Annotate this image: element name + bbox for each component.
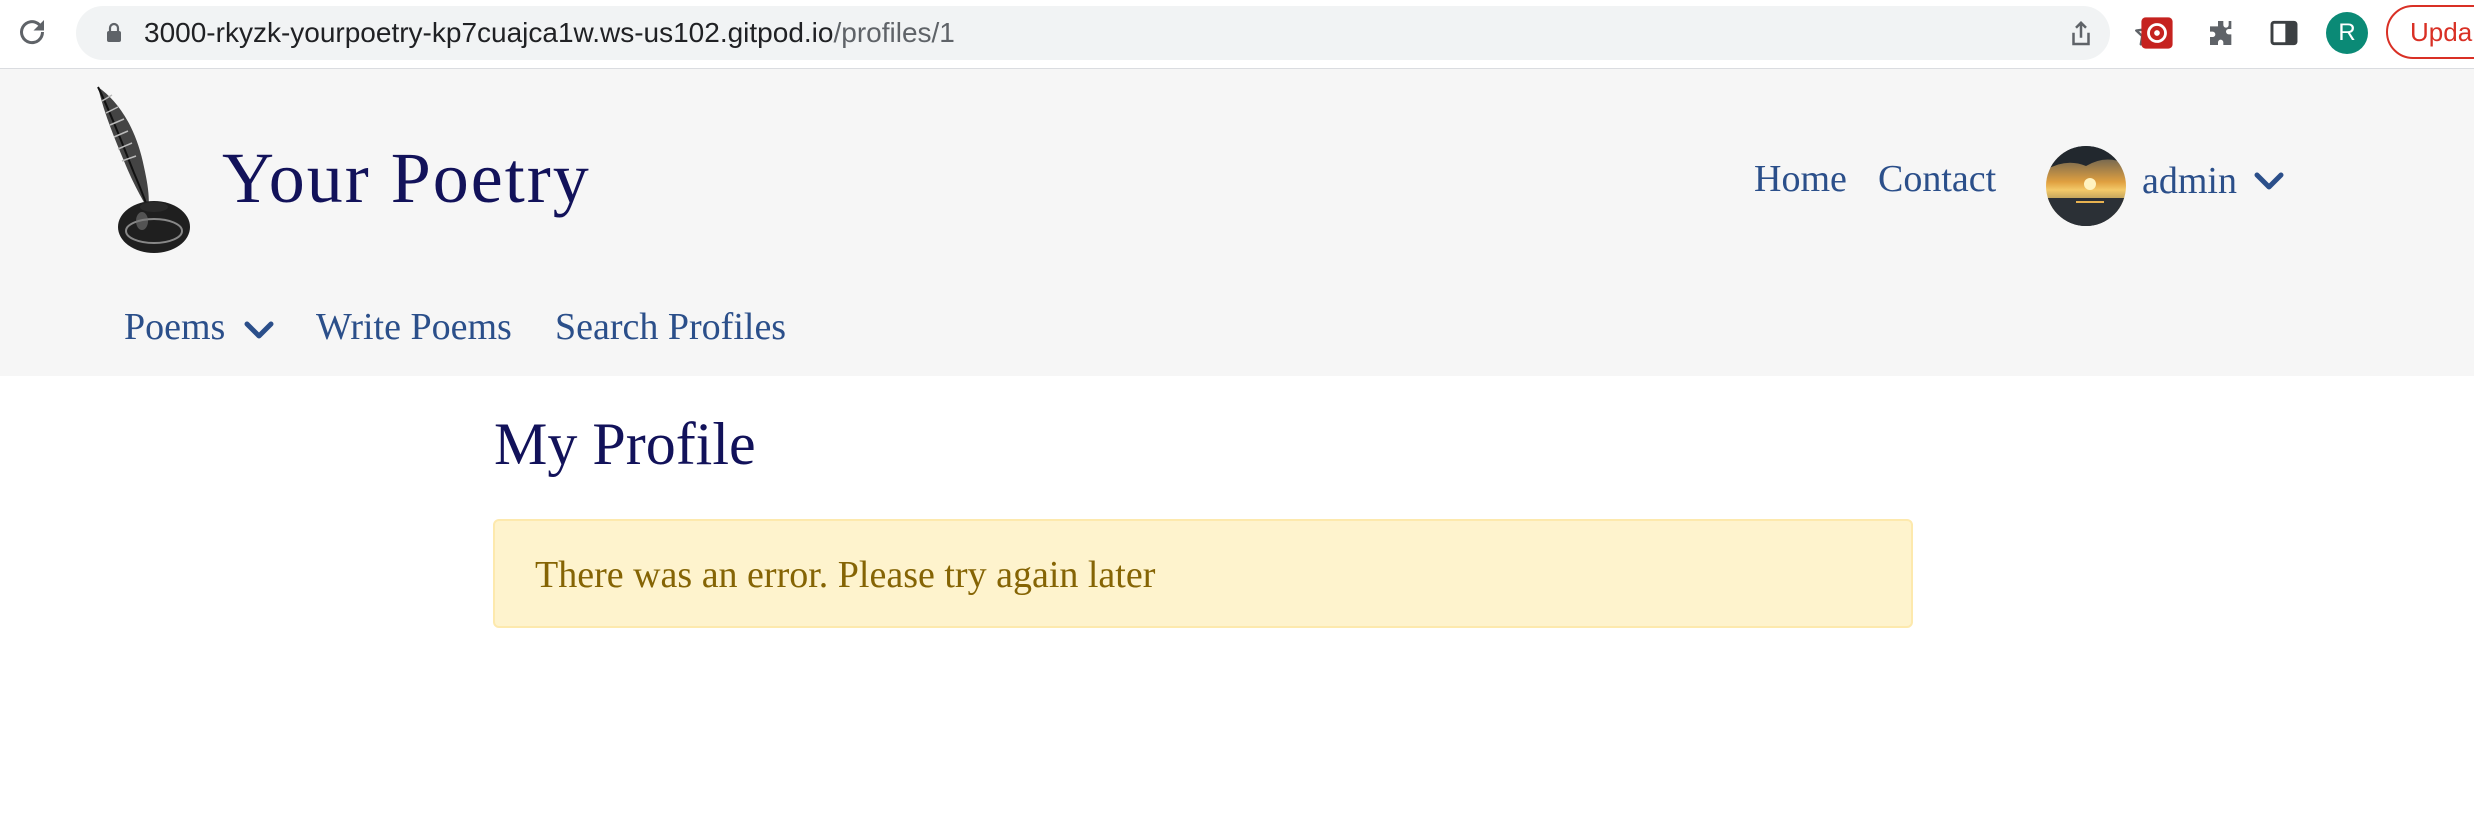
share-icon[interactable]: [2066, 19, 2096, 49]
nav-contact-link[interactable]: Contact: [1878, 157, 1996, 201]
reload-icon[interactable]: [14, 14, 50, 50]
puzzle-icon[interactable]: [2206, 17, 2238, 49]
address-bar[interactable]: 3000-rkyzk-yourpoetry-kp7cuajca1w.ws-us1…: [76, 6, 2161, 60]
page-title: My Profile: [494, 411, 756, 477]
chevron-down-icon[interactable]: [244, 319, 274, 341]
url-text[interactable]: 3000-rkyzk-yourpoetry-kp7cuajca1w.ws-us1…: [144, 6, 955, 60]
side-panel-icon[interactable]: [2268, 17, 2300, 49]
browser-toolbar: 3000-rkyzk-yourpoetry-kp7cuajca1w.ws-us1…: [0, 0, 2474, 69]
alert-message: There was an error. Please try again lat…: [535, 554, 1156, 596]
nav-poems-dropdown[interactable]: Poems: [124, 305, 225, 349]
browser-profile-avatar[interactable]: R: [2326, 12, 2368, 54]
user-menu-name[interactable]: admin: [2142, 159, 2237, 203]
chevron-down-icon[interactable]: [2254, 170, 2284, 192]
error-alert: There was an error. Please try again lat…: [493, 519, 1913, 628]
extension-icon[interactable]: [2140, 16, 2174, 50]
quill-ink-logo[interactable]: [88, 81, 198, 261]
url-host: 3000-rkyzk-yourpoetry-kp7cuajca1w.ws-us1…: [144, 17, 834, 48]
update-button[interactable]: Upda: [2386, 5, 2474, 59]
nav-write-poems-link[interactable]: Write Poems: [316, 305, 512, 349]
url-path: /profiles/1: [833, 17, 955, 48]
sunset-photo: [2046, 146, 2126, 226]
site-brand[interactable]: Your Poetry: [222, 137, 591, 220]
nav-search-profiles-link[interactable]: Search Profiles: [555, 305, 786, 349]
nav-home-link[interactable]: Home: [1754, 157, 1847, 201]
lock-icon[interactable]: [102, 21, 126, 45]
site-header: Your Poetry Home Contact admin Poems Wri…: [0, 69, 2474, 376]
user-avatar[interactable]: [2046, 146, 2126, 226]
